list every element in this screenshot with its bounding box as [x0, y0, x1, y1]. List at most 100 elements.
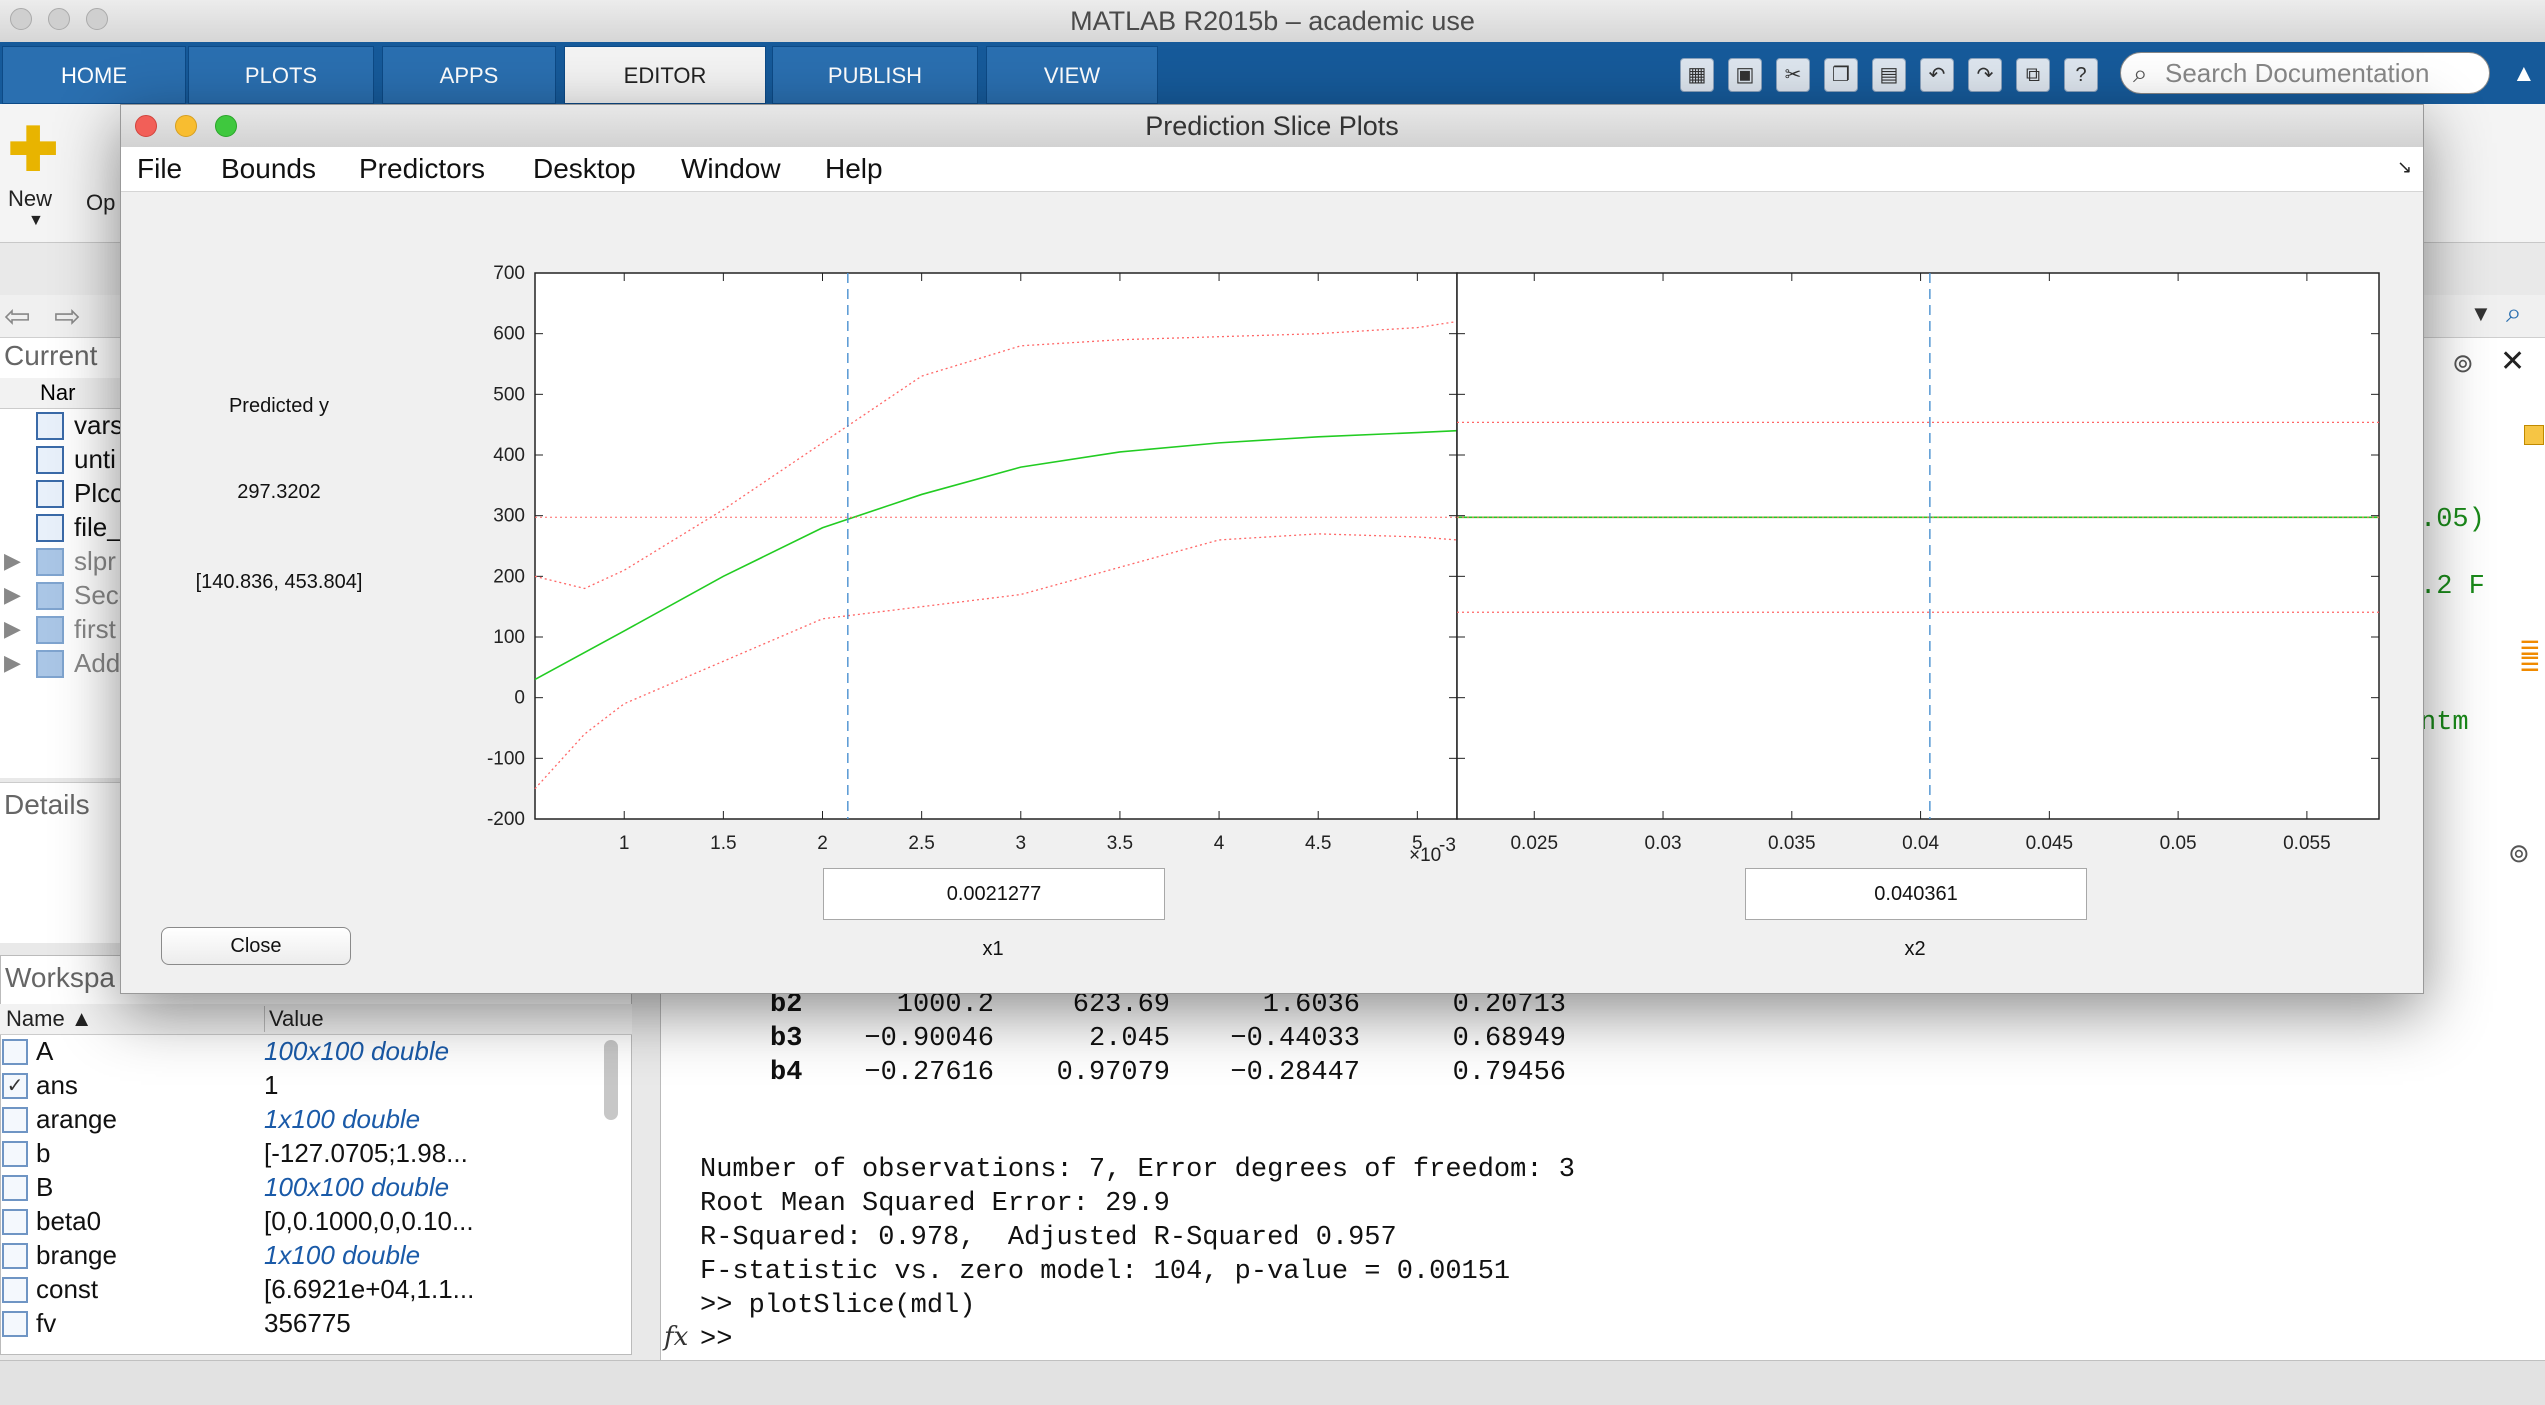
variable-name: ans	[36, 1070, 78, 1100]
variable-value: [6.6921e+04,1.1...	[264, 1274, 475, 1304]
tab-publish[interactable]: PUBLISH	[772, 46, 978, 104]
copy-icon[interactable]: ❐	[1824, 58, 1858, 92]
new-label: New	[8, 186, 53, 211]
workspace-row[interactable]: arange 1x100 double	[0, 1104, 600, 1138]
close-button[interactable]: Close	[161, 927, 351, 965]
expand-icon: ▶	[4, 650, 21, 675]
x-tick-label: 0.045	[2026, 833, 2074, 854]
variable-name: b	[36, 1138, 51, 1168]
x2-slice-axes	[1456, 272, 2380, 820]
fx-icon[interactable]: fx	[664, 1322, 688, 1352]
coefficient-value: −0.28447	[1230, 1058, 1360, 1088]
y-tick-label: 300	[493, 506, 525, 527]
variable-name: A	[36, 1036, 54, 1066]
coefficient-value: 2.045	[1088, 1024, 1170, 1054]
variable-name: B	[36, 1172, 54, 1202]
x-tick-label: 0.03	[1645, 833, 1682, 854]
current-folder-title: Current	[4, 340, 98, 371]
x-tick-label: 1.5	[710, 833, 736, 854]
tab-apps[interactable]: APPS	[382, 46, 556, 104]
coefficient-value: −0.90046	[864, 1024, 994, 1054]
matlab-titlebar: MATLAB R2015b – academic use	[0, 0, 2545, 43]
name-column-header[interactable]: Name ▲	[6, 1006, 93, 1032]
y-tick-label: 600	[493, 324, 525, 345]
coefficient-value: 1000.2	[896, 990, 994, 1020]
tab-view[interactable]: VIEW	[986, 46, 1158, 104]
coefficient-value: −0.44033	[1230, 1024, 1360, 1054]
workspace-list: A 100x100 double ✓ ans 1 arange 1x100 double b […	[0, 1036, 600, 1356]
panel-menu-icon[interactable]: ⊚	[2452, 348, 2474, 379]
slice-plots: -200 -100 0 100 200 300 400 500 600 700 1 1.5 2 2.5 3 3…	[487, 263, 2380, 866]
workspace-row[interactable]: B 100x100 double	[0, 1172, 600, 1206]
coefficient-name: b3	[770, 1024, 803, 1054]
redo-icon[interactable]: ↷	[1968, 58, 2002, 92]
coefficient-name: b2	[770, 990, 803, 1020]
expand-icon: ▶	[4, 616, 21, 641]
cut-icon[interactable]: ✂	[1776, 58, 1810, 92]
variable-value: 356775	[264, 1308, 351, 1338]
back-icon[interactable]: ⇦	[4, 297, 31, 335]
plus-icon: ✚	[8, 116, 59, 183]
x-tick-label: 0.05	[2160, 833, 2197, 854]
command-output-line: Root Mean Squared Error: 29.9	[700, 1189, 1170, 1219]
variable-name: const	[36, 1274, 99, 1304]
layout-icon[interactable]: ▦	[1680, 58, 1714, 92]
y-tick-label: 700	[493, 263, 525, 284]
matrix-variable-icon	[2, 1277, 28, 1303]
workspace-row[interactable]: A 100x100 double	[0, 1036, 600, 1070]
workspace-scrollbar[interactable]	[604, 1040, 618, 1120]
matrix-variable-icon	[2, 1209, 28, 1235]
workspace-row[interactable]: brange 1x100 double	[0, 1240, 600, 1274]
workspace-row[interactable]: fv 356775	[0, 1308, 600, 1342]
workspace-row[interactable]: b [-127.0705;1.98...	[0, 1138, 600, 1172]
variable-value: 100x100 double	[264, 1036, 450, 1066]
variable-name: brange	[36, 1240, 117, 1270]
coefficient-value: 0.79456	[1452, 1058, 1566, 1088]
variable-value: [-127.0705;1.98...	[264, 1138, 468, 1168]
x-tick-label: 3.5	[1107, 833, 1133, 854]
x2-value-input[interactable]: 0.040361	[1745, 868, 2087, 920]
close-panel-icon[interactable]: ✕	[2500, 344, 2525, 379]
x-tick-label: 1	[619, 833, 630, 854]
expand-icon: ▶	[4, 548, 21, 573]
path-dropdown-icon[interactable]: ▼	[2470, 301, 2492, 327]
coefficient-name: b4	[770, 1058, 803, 1088]
details-title: Details	[4, 789, 90, 820]
browse-folder-icon[interactable]: ⌕	[2506, 297, 2522, 330]
coefficient-value: −0.27616	[864, 1058, 994, 1088]
save-icon[interactable]: ▣	[1728, 58, 1762, 92]
undo-icon[interactable]: ↶	[1920, 58, 1954, 92]
command-prompt-line[interactable]: >>	[700, 1325, 749, 1355]
x1-exponent-power: -3	[1439, 835, 1456, 856]
command-output-line: Number of observations: 7, Error degrees…	[700, 1155, 1575, 1185]
tab-home[interactable]: HOME	[2, 46, 186, 104]
variable-value: 1	[264, 1070, 279, 1100]
x-tick-label: 2.5	[908, 833, 934, 854]
workspace-row[interactable]: beta0 [0,0.1000,0,0.10...	[0, 1206, 600, 1240]
command-menu-icon[interactable]: ⊚	[2508, 838, 2530, 869]
y-tick-label: -200	[487, 809, 525, 830]
coefficient-value: 1.6036	[1262, 990, 1360, 1020]
tab-editor[interactable]: EDITOR	[564, 46, 766, 104]
workspace-row[interactable]: const [6.6921e+04,1.1...	[0, 1274, 600, 1308]
help-icon[interactable]: ?	[2064, 58, 2098, 92]
x1-slice-axes	[534, 272, 1458, 820]
expand-icon: ▶	[4, 582, 21, 607]
matrix-variable-icon	[2, 1107, 28, 1133]
name-column[interactable]: Nar	[40, 380, 75, 406]
paste-icon[interactable]: ▤	[1872, 58, 1906, 92]
open-label[interactable]: Op	[86, 190, 115, 216]
workspace-row[interactable]: ✓ ans 1	[0, 1070, 600, 1104]
switch-windows-icon[interactable]: ⧉	[2016, 58, 2050, 92]
y-tick-label: 100	[493, 627, 525, 648]
collapse-ribbon-icon[interactable]: ▲	[2512, 60, 2536, 88]
x1-value-input[interactable]: 0.0021277	[823, 868, 1165, 920]
new-button[interactable]: ✚ New ▼	[8, 120, 68, 230]
search-icon: ⌕	[2133, 58, 2148, 88]
value-column-header[interactable]: Value	[264, 1006, 324, 1032]
warning-marker-icon[interactable]: ≡ ≡	[2520, 631, 2540, 681]
command-prompt-line: >> plotSlice(mdl)	[700, 1291, 976, 1321]
search-documentation-input[interactable]: ⌕ Search Documentation	[2120, 52, 2490, 94]
tab-plots[interactable]: PLOTS	[188, 46, 374, 104]
forward-icon[interactable]: ⇨	[54, 297, 81, 335]
